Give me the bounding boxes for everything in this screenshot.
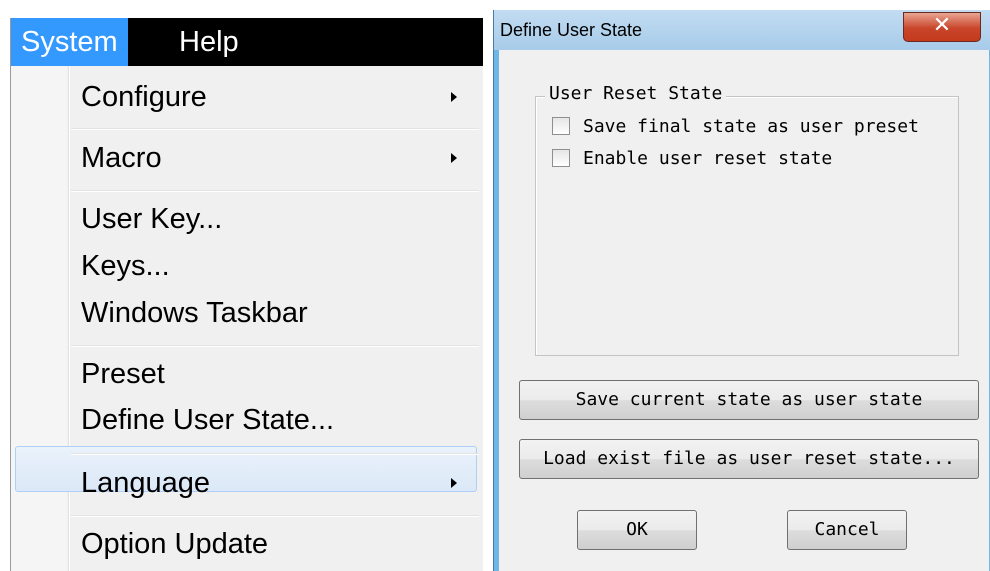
menu-separator: [71, 128, 479, 130]
system-menu-panel: System Help Configure Macro User Key... …: [10, 18, 483, 571]
menubar-system[interactable]: System: [11, 18, 128, 66]
system-menu-dropdown: Configure Macro User Key... Keys... Wind…: [11, 66, 483, 571]
checkbox-label: Enable user reset state: [583, 148, 833, 169]
menu-separator: [71, 453, 479, 455]
menu-item-language[interactable]: Language: [81, 460, 210, 506]
menu-separator: [71, 190, 479, 192]
menu-item-keys[interactable]: Keys...: [81, 243, 170, 289]
checkbox-label: Save final state as user preset: [583, 116, 919, 137]
menu-separator: [71, 515, 479, 517]
menu-icon-gutter: [11, 66, 67, 571]
define-user-state-dialog: Define User State ✕ User Reset State Sav…: [493, 10, 990, 571]
close-button[interactable]: ✕: [903, 12, 981, 42]
dialog-titlebar[interactable]: Define User State ✕: [494, 10, 990, 50]
menu-item-define-user-state[interactable]: Define User State...: [81, 397, 334, 443]
menubar: System Help: [11, 18, 483, 66]
cancel-button[interactable]: Cancel: [787, 510, 907, 550]
menu-item-configure[interactable]: Configure: [81, 74, 207, 120]
submenu-arrow-icon: [451, 478, 457, 488]
save-current-state-button[interactable]: Save current state as user state: [519, 380, 979, 420]
save-final-state-checkbox[interactable]: [552, 117, 570, 135]
menu-item-preset[interactable]: Preset: [81, 351, 165, 397]
enable-user-reset-checkbox[interactable]: [552, 149, 570, 167]
menu-item-user-key[interactable]: User Key...: [81, 196, 222, 242]
dialog-title: Define User State: [500, 20, 643, 40]
ok-button[interactable]: OK: [577, 510, 697, 550]
menu-separator: [71, 345, 479, 347]
submenu-arrow-icon: [451, 153, 457, 163]
menu-item-option-update[interactable]: Option Update: [81, 521, 268, 567]
menu-item-windows-taskbar[interactable]: Windows Taskbar: [81, 290, 308, 336]
menubar-help[interactable]: Help: [169, 18, 249, 66]
dialog-client-area: User Reset State Save final state as use…: [499, 50, 989, 571]
close-icon: ✕: [932, 13, 952, 38]
submenu-arrow-icon: [451, 92, 457, 102]
load-exist-file-button[interactable]: Load exist file as user reset state...: [519, 439, 979, 479]
group-title: User Reset State: [545, 83, 727, 105]
menu-item-macro[interactable]: Macro: [81, 135, 162, 181]
